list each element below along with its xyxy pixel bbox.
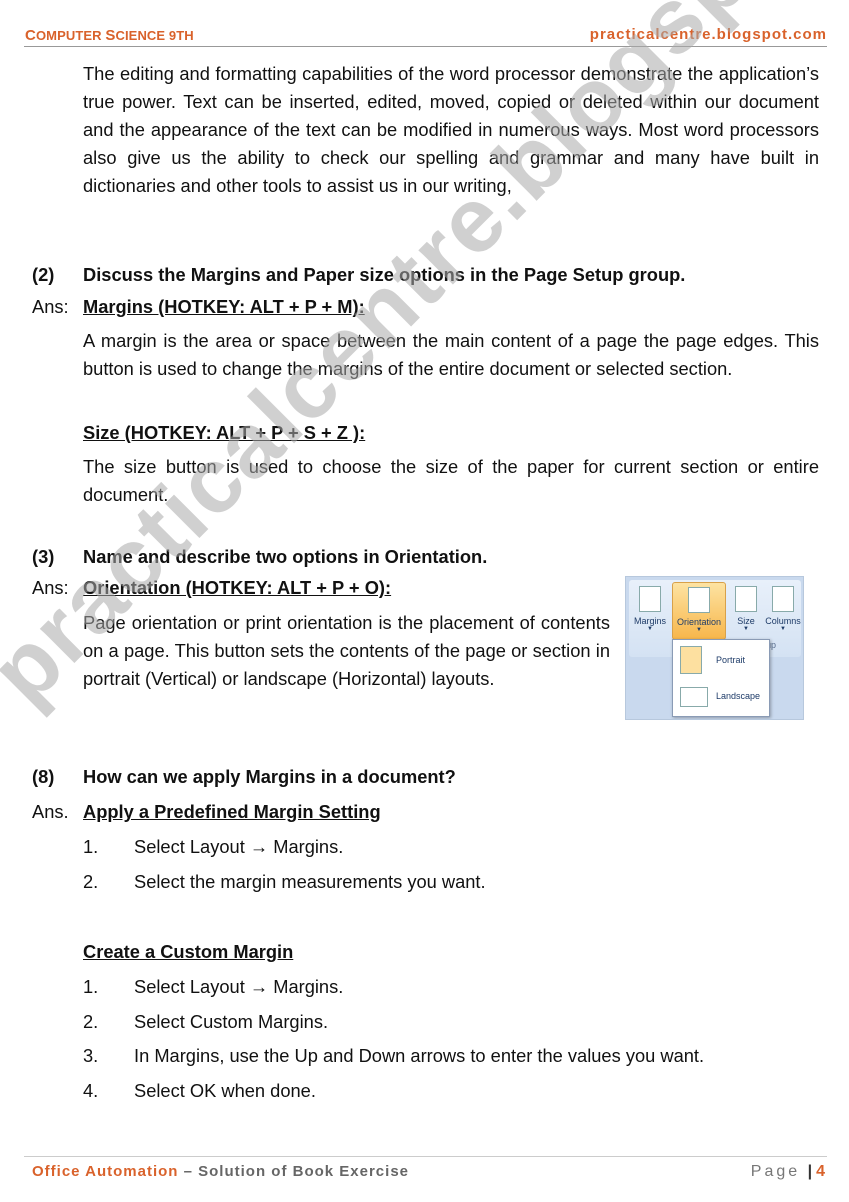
page-header: COMPUTER SCIENCE 9TH practicalcentre.blo… xyxy=(24,26,827,47)
header-course-title: COMPUTER SCIENCE 9TH xyxy=(25,27,194,44)
margins-ribbon-button: Margins ▼ xyxy=(632,582,668,638)
margins-icon xyxy=(639,586,661,612)
footer-title: Office Automation – Solution of Book Exe… xyxy=(32,1163,409,1180)
dropdown-arrow-icon: ▼ xyxy=(696,627,702,633)
size-description: The size button is used to choose the si… xyxy=(83,456,819,505)
portrait-page-icon xyxy=(680,646,702,674)
columns-ribbon-button: Columns ▼ xyxy=(765,582,801,638)
page-number-label: Page | 4 xyxy=(750,1163,825,1180)
page-number: 4 xyxy=(816,1163,825,1180)
header-site-name: practicalcentre.blogspot.com xyxy=(589,26,827,43)
page-footer: Office Automation – Solution of Book Exe… xyxy=(24,1156,827,1187)
size-icon xyxy=(735,586,757,612)
question-number: (8) xyxy=(32,766,55,787)
answer-heading: Apply a Predefined Margin Setting xyxy=(83,801,381,822)
question-text: Name and describe two options in Orienta… xyxy=(83,546,488,567)
answer-heading: Orientation (HOTKEY: ALT + P + O): xyxy=(83,577,392,598)
dropdown-arrow-icon: ▼ xyxy=(647,626,653,632)
dropdown-arrow-icon: ▼ xyxy=(780,626,786,632)
portrait-menu-item: Portrait xyxy=(675,643,767,677)
divider: | xyxy=(807,1163,813,1180)
landscape-menu-item: Landscape xyxy=(675,679,767,713)
size-ribbon-button: Size ▼ xyxy=(728,582,764,638)
columns-icon xyxy=(772,586,794,612)
question-text: Discuss the Margins and Paper size optio… xyxy=(83,264,686,285)
question-number: (2) xyxy=(32,264,55,285)
margins-description: A margin is the area or space between th… xyxy=(83,330,819,379)
orientation-ribbon-image: Margins ▼ Orientation ▼ Size ▼ Columns ▼… xyxy=(625,576,804,720)
orientation-ribbon-button: Orientation ▼ xyxy=(672,582,726,640)
orientation-dropdown-menu: Portrait Landscape xyxy=(672,639,770,717)
answer-heading: Margins (HOTKEY: ALT + P + M): xyxy=(83,296,365,317)
landscape-page-icon xyxy=(680,687,708,707)
custom-margin-subheading: Create a Custom Margin xyxy=(83,941,294,962)
intro-paragraph: The editing and formatting capabilities … xyxy=(83,63,819,196)
size-subheading: Size (HOTKEY: ALT + P + S + Z ): xyxy=(83,422,366,443)
question-text: How can we apply Margins in a document? xyxy=(83,766,456,787)
dropdown-arrow-icon: ▼ xyxy=(743,626,749,632)
orientation-icon xyxy=(688,587,710,613)
answer-label: Ans. xyxy=(32,801,69,822)
answer-label: Ans: xyxy=(32,577,69,598)
answer-label: Ans: xyxy=(32,296,69,317)
orientation-description: Page orientation or print orientation is… xyxy=(83,612,610,689)
question-number: (3) xyxy=(32,546,55,567)
